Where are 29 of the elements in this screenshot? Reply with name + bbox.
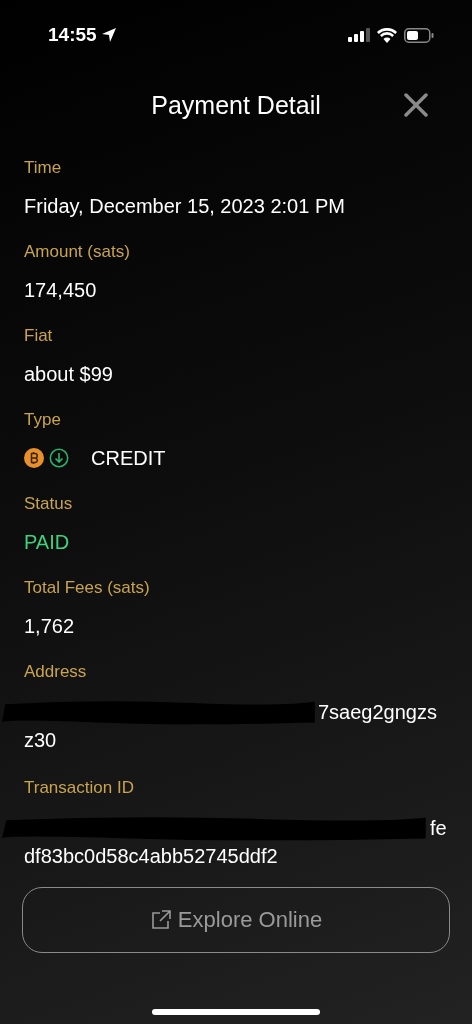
wifi-icon [377,27,397,43]
status-time: 14:55 [48,24,97,46]
field-label: Status [24,493,74,515]
signal-icon [348,28,370,42]
explore-online-button[interactable]: Explore Online [22,887,450,953]
field-value: df83bc0d58c4abb52745ddf2 [24,844,278,868]
location-icon [100,27,117,43]
field-label: Amount (sats) [24,241,131,263]
field-value: about $99 [24,362,114,386]
external-link-icon [149,909,172,931]
field-label: Fiat [24,325,54,347]
field-value: 174,450 [24,278,98,302]
field-label: Time [24,157,63,179]
field-label: Transaction ID [24,777,135,799]
field-value: CREDIT [91,446,166,470]
field-value: 7saeg2gngzs [318,700,437,724]
status-value: PAID [24,530,71,554]
field-label: Type [24,409,62,431]
field-label: Address [24,661,88,683]
page-title: Payment Detail [151,90,321,120]
arrow-down-circle-icon [49,448,69,468]
field-value: Friday, December 15, 2023 2:01 PM [24,194,346,218]
field-value: z30 [24,728,57,752]
field-label: Total Fees (sats) [24,577,151,599]
field-value: 1,762 [24,614,76,638]
field-value: fe [430,816,447,840]
bitcoin-icon [24,448,44,468]
close-button[interactable] [404,93,428,117]
battery-icon [404,27,434,43]
